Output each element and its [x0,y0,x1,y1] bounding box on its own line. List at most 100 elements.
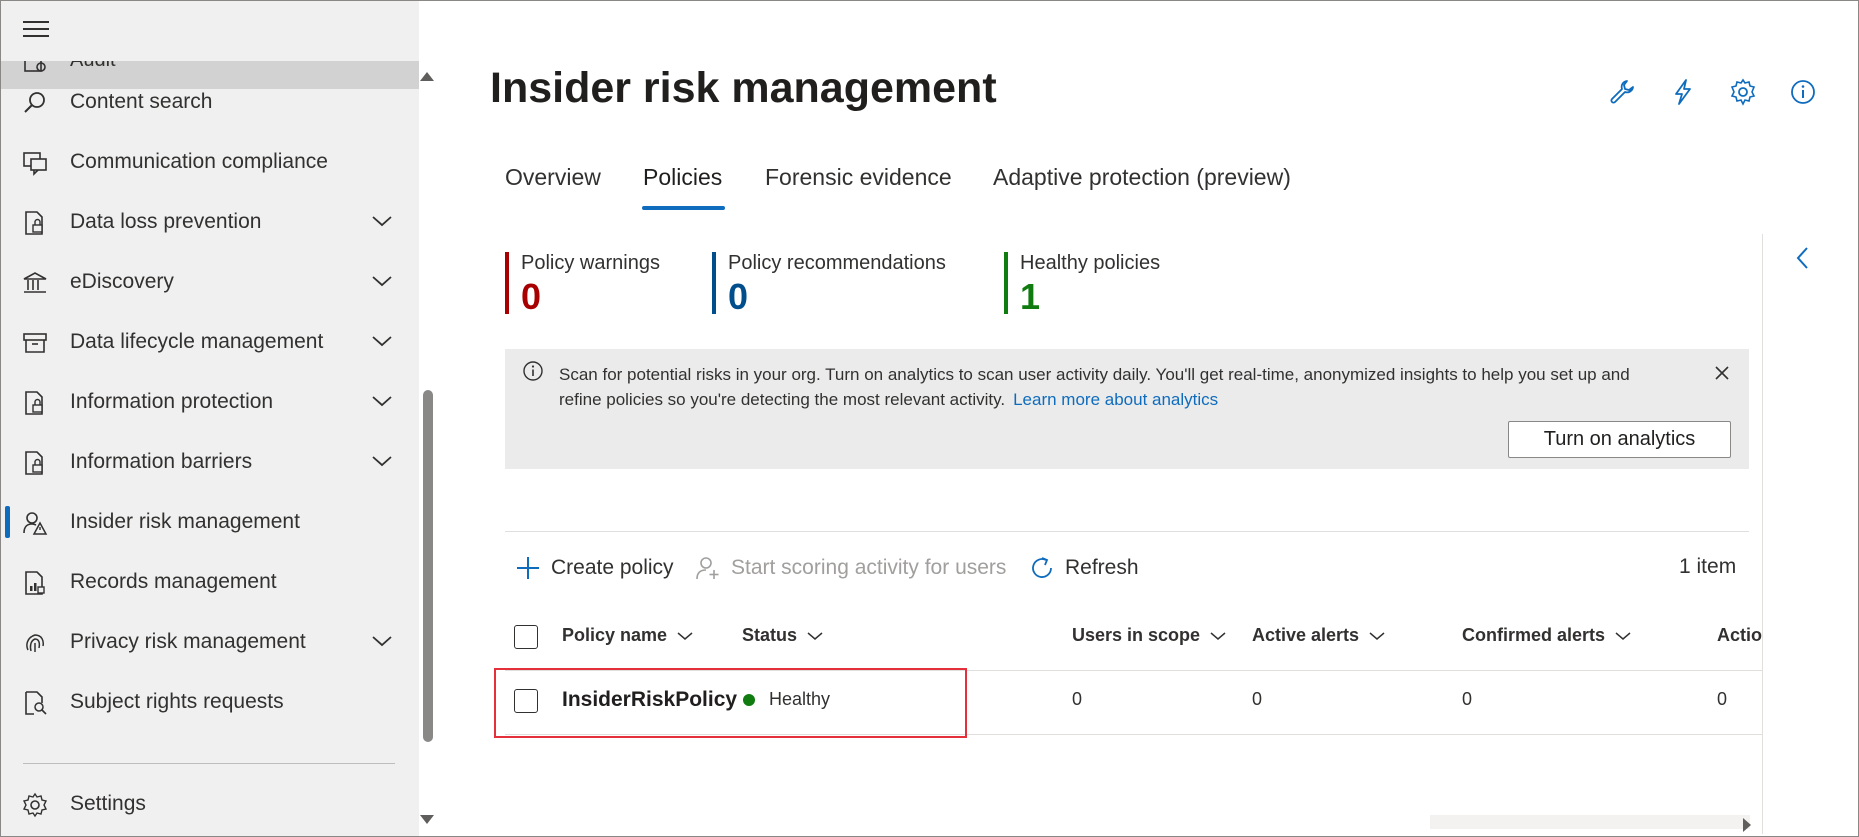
document-lock-icon [25,451,43,475]
column-header-policy-name[interactable]: Policy name [562,625,693,646]
sidebar-item-content-search[interactable]: Content search [1,74,419,130]
tab-policies[interactable]: Policies [643,164,722,191]
stat-value: 0 [728,276,749,317]
stat-value: 0 [521,276,542,317]
chat-icon [23,152,47,176]
sidebar-item-records-management[interactable]: Records management [1,554,419,610]
sidebar-item-information-protection[interactable]: Information protection [1,374,419,430]
sidebar: Audit Content search Communication compl… [1,1,419,836]
column-header-active-alerts[interactable]: Active alerts [1252,625,1385,646]
sidebar-scroll-up-arrow[interactable] [420,72,434,81]
highlight-box [494,668,967,738]
column-header-actions[interactable]: Actio [1717,625,1762,646]
sidebar-item-privacy-risk-management[interactable]: Privacy risk management [1,614,419,670]
page-title: Insider risk management [490,64,997,112]
stat-title: Policy warnings [521,252,660,274]
stat-color-bar [712,252,716,314]
sidebar-item-communication-compliance[interactable]: Communication compliance [1,134,419,190]
column-header-status[interactable]: Status [742,625,823,646]
stat-value: 1 [1020,276,1041,317]
tab-forensic-evidence[interactable]: Forensic evidence [765,164,952,191]
close-icon[interactable] [1713,364,1731,382]
stat-color-bar [505,252,509,314]
create-policy-label: Create policy [551,556,674,579]
chevron-down-icon [1210,631,1226,640]
tab-overview[interactable]: Overview [505,164,601,191]
details-pane-divider [1762,234,1763,834]
users-in-scope-cell: 0 [1072,689,1083,709]
chevron-down-icon[interactable] [371,274,393,288]
horizontal-scrollbar[interactable] [1430,815,1750,829]
column-label: Users in scope [1072,625,1201,645]
stat-title: Healthy policies [1020,252,1161,274]
sidebar-scroll-down-arrow[interactable] [420,815,434,824]
sidebar-item-settings[interactable]: Settings [1,776,419,832]
sidebar-item-data-lifecycle-management[interactable]: Data lifecycle management [1,314,419,370]
column-header-users-in-scope[interactable]: Users in scope [1072,625,1226,646]
chevron-down-icon [807,631,823,640]
hamburger-menu-icon[interactable] [23,21,49,41]
stat-title: Policy recommendations [728,252,946,274]
sidebar-scrollbar-thumb[interactable] [423,390,433,742]
sidebar-item-label: Data loss prevention [70,210,262,233]
scroll-right-arrow[interactable] [1743,818,1751,832]
sidebar-item-subject-rights-requests[interactable]: Subject rights requests [1,674,419,730]
column-label: Active alerts [1252,625,1360,645]
chevron-down-icon[interactable] [371,634,393,648]
chevron-down-icon [1369,631,1385,640]
sidebar-item-label: Communication compliance [70,150,328,173]
column-header-confirmed-alerts[interactable]: Confirmed alerts [1462,625,1631,646]
sidebar-item-label: Insider risk management [70,510,300,533]
chevron-down-icon[interactable] [371,334,393,348]
learn-more-link[interactable]: Learn more about analytics [1013,390,1218,409]
column-label: Status [742,625,798,645]
analytics-banner: Scan for potential risks in your org. Tu… [505,349,1749,469]
refresh-icon [1032,557,1052,578]
chevron-down-icon[interactable] [371,214,393,228]
info-icon [523,361,543,381]
sidebar-item-ediscovery[interactable]: eDiscovery [1,254,419,310]
refresh-button[interactable]: Refresh [1029,553,1139,583]
person-warning-icon [23,512,48,535]
sidebar-item-label: Content search [70,90,213,113]
sidebar-item-label: Data lifecycle management [70,330,324,353]
info-icon[interactable] [1789,78,1817,106]
sidebar-item-data-loss-prevention[interactable]: Data loss prevention [1,194,419,250]
create-policy-button[interactable]: Create policy [515,553,674,583]
column-label: Policy name [562,625,668,645]
fingerprint-icon [26,634,44,652]
item-count: 1 item [1679,555,1737,578]
gear-icon [22,792,48,818]
chevron-down-icon[interactable] [371,454,393,468]
sidebar-item-label: eDiscovery [70,270,174,293]
banner-message: Scan for potential risks in your org. Tu… [559,362,1659,412]
confirmed-alerts-cell: 0 [1462,689,1473,709]
select-all-checkbox[interactable] [514,625,538,649]
person-add-icon [696,557,719,580]
turn-on-analytics-button[interactable]: Turn on analytics [1508,421,1731,458]
wrench-icon[interactable] [1608,78,1636,106]
start-scoring-label: Start scoring activity for users [731,556,1007,579]
sidebar-item-insider-risk-management[interactable]: Insider risk management [1,494,419,550]
sidebar-item-label: Records management [70,570,277,593]
sidebar-divider [23,763,395,764]
tab-adaptive-protection[interactable]: Adaptive protection (preview) [993,164,1291,191]
sidebar-item-label: Information protection [70,390,274,413]
gear-icon[interactable] [1729,78,1757,106]
archive-icon [23,333,47,353]
sidebar-item-label: Information barriers [70,450,253,473]
start-scoring-button[interactable]: Start scoring activity for users [695,553,1006,583]
lightning-icon[interactable] [1669,78,1697,106]
courthouse-icon [23,272,47,293]
search-icon [24,92,45,113]
sidebar-item-label: Audit [70,61,116,72]
chevron-left-icon[interactable] [1794,246,1812,270]
active-tab-indicator [642,206,725,210]
document-lock-icon [25,211,43,235]
document-lock-icon [25,391,43,415]
sidebar-item-information-barriers[interactable]: Information barriers [1,434,419,490]
stat-color-bar [1004,252,1008,314]
column-label: Actio [1717,625,1762,645]
chevron-down-icon[interactable] [371,394,393,408]
column-label: Confirmed alerts [1462,625,1606,645]
